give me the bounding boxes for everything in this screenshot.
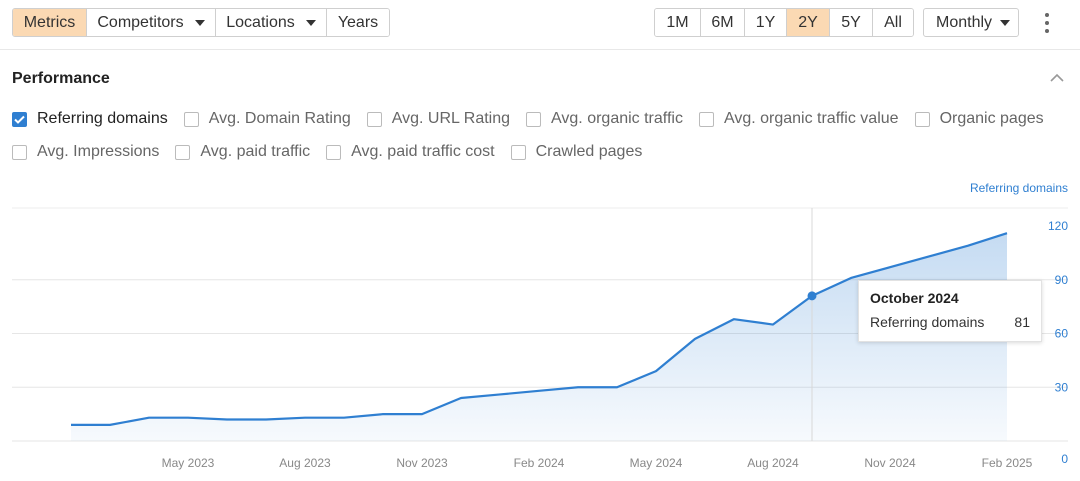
x-tick-label: Aug 2023 <box>279 456 331 470</box>
metric-label: Avg. organic traffic value <box>723 110 899 127</box>
tooltip-title: October 2024 <box>870 290 959 306</box>
checkbox-icon <box>183 111 199 127</box>
metric-checkbox-referring-domains[interactable]: Referring domains <box>12 110 168 128</box>
range-1y-button[interactable]: 1Y <box>745 9 787 36</box>
metric-checkbox-crawled-pages[interactable]: Crawled pages <box>510 143 643 161</box>
metric-label: Avg. Impressions <box>37 143 160 160</box>
range-5y-button[interactable]: 5Y <box>830 9 873 36</box>
range-group: 1M 6M 1Y 2Y 5Y All <box>654 8 914 37</box>
metric-label: Avg. Domain Rating <box>208 110 351 127</box>
checkbox-icon <box>510 144 526 160</box>
range-6m-button[interactable]: 6M <box>701 9 745 36</box>
checkbox-icon <box>12 144 27 160</box>
x-tick-label: Feb 2025 <box>982 456 1033 470</box>
y-tick-label: 120 <box>1048 219 1068 233</box>
tooltip-label: Referring domains <box>870 314 985 330</box>
x-tick-label: Nov 2024 <box>864 456 916 470</box>
y-tick-label: 90 <box>1055 273 1069 287</box>
x-tick-label: Aug 2024 <box>747 456 799 470</box>
checkbox-icon <box>175 144 191 160</box>
chevron-down-icon <box>194 19 205 26</box>
metrics-button[interactable]: Metrics <box>13 9 87 36</box>
checkbox-icon <box>914 111 930 127</box>
interval-dropdown[interactable]: Monthly <box>923 8 1019 37</box>
years-button[interactable]: Years <box>327 9 389 36</box>
interval-label: Monthly <box>936 13 993 31</box>
more-options-icon[interactable] <box>1040 13 1054 33</box>
metric-checkbox-avg-organic-traffic-value[interactable]: Avg. organic traffic value <box>698 110 899 128</box>
checkbox-icon <box>366 111 382 127</box>
range-2y-button[interactable]: 2Y <box>787 9 830 36</box>
toolbar: Metrics Competitors Locations Years 1M 6… <box>0 0 1080 50</box>
range-1m-button[interactable]: 1M <box>655 9 701 36</box>
metric-checkbox-avg-impressions[interactable]: Avg. Impressions <box>12 143 159 161</box>
y-tick-label: 60 <box>1055 327 1069 341</box>
x-tick-label: May 2023 <box>162 456 215 470</box>
y-tick-label: 0 <box>1061 452 1068 466</box>
metric-label: Organic pages <box>939 110 1044 127</box>
metric-row-2: Avg. Impressions Avg. paid traffic Avg. … <box>12 143 658 161</box>
metric-label: Avg. organic traffic <box>551 110 683 127</box>
checkbox-icon <box>526 111 542 127</box>
metric-label: Avg. paid traffic <box>200 143 311 160</box>
metric-label: Avg. paid traffic cost <box>351 143 495 160</box>
competitors-dropdown[interactable]: Competitors <box>87 9 216 36</box>
metric-checkbox-avg-paid-traffic[interactable]: Avg. paid traffic <box>175 143 310 161</box>
tooltip-value: 81 <box>1014 314 1030 330</box>
metric-checkbox-avg-organic-traffic[interactable]: Avg. organic traffic <box>526 110 683 128</box>
metric-checkbox-avg-paid-traffic-cost[interactable]: Avg. paid traffic cost <box>326 143 495 161</box>
metric-label: Crawled pages <box>535 143 643 160</box>
metric-row-1: Referring domains Avg. Domain Rating Avg… <box>12 110 1060 128</box>
metric-label: Avg. URL Rating <box>391 110 511 127</box>
range-all-button[interactable]: All <box>873 9 913 36</box>
tooltip-row: Referring domains 81 <box>870 314 1030 330</box>
chevron-down-icon <box>305 19 316 26</box>
chevron-up-icon[interactable] <box>1050 73 1064 83</box>
chart-tooltip: October 2024 Referring domains 81 <box>858 280 1042 342</box>
metric-checkbox-organic-pages[interactable]: Organic pages <box>914 110 1044 128</box>
metric-checkbox-avg-domain-rating[interactable]: Avg. Domain Rating <box>183 110 351 128</box>
checkbox-icon <box>326 144 342 160</box>
chevron-down-icon <box>1000 19 1011 26</box>
x-tick-label: Nov 2023 <box>396 456 448 470</box>
checkbox-icon <box>698 111 714 127</box>
y-tick-label: 30 <box>1055 380 1069 394</box>
metric-checkbox-avg-url-rating[interactable]: Avg. URL Rating <box>366 110 511 128</box>
filter-group: Metrics Competitors Locations Years <box>12 8 390 37</box>
hover-data-point <box>807 291 817 301</box>
x-tick-label: Feb 2024 <box>514 456 565 470</box>
checkbox-checked-icon <box>12 111 27 127</box>
locations-dropdown[interactable]: Locations <box>216 9 327 36</box>
section-title: Performance <box>12 70 110 87</box>
metric-label: Referring domains <box>37 110 168 127</box>
x-tick-label: May 2024 <box>630 456 683 470</box>
